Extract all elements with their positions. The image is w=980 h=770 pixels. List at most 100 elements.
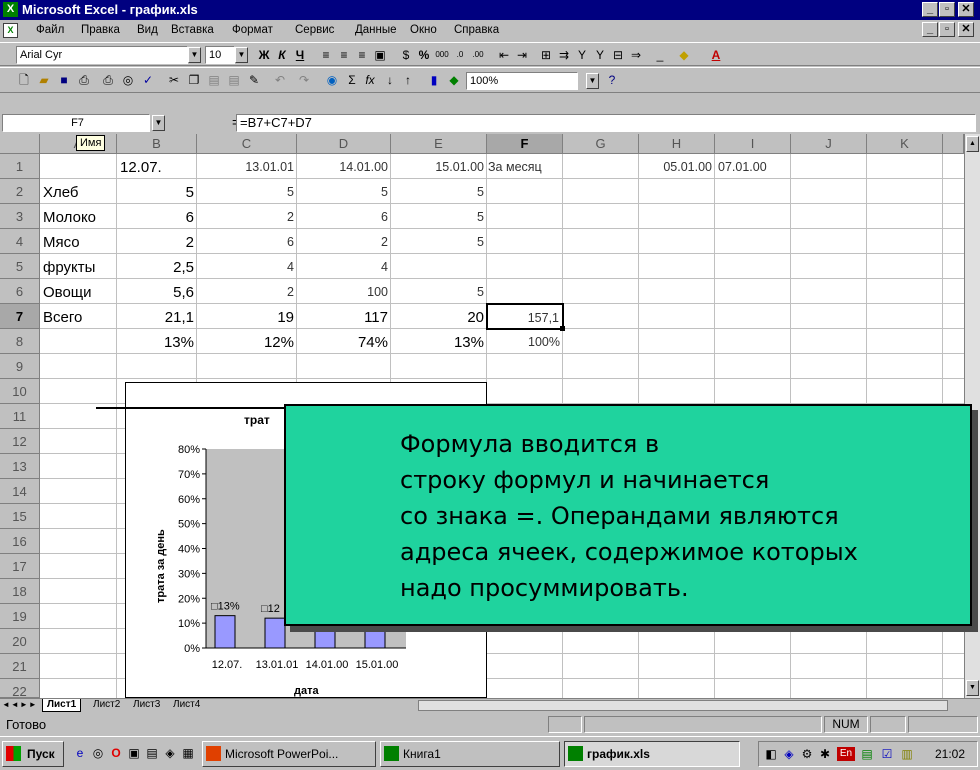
row-header[interactable]: 16 [0,529,40,554]
col-header-b[interactable]: B [117,134,197,154]
zoom-box[interactable]: 100% [466,72,578,90]
app-icon[interactable]: ◈ [162,745,178,761]
select-all-corner[interactable] [0,134,40,154]
minimize-button[interactable]: _ [922,2,938,17]
cell-b8[interactable]: 13% [117,329,197,354]
cell-d2[interactable]: 5 [297,179,391,204]
start-button[interactable]: Пуск [2,741,64,767]
borders-icon[interactable]: ⊞ [538,47,554,63]
excel-icon[interactable]: X [3,2,18,17]
row-header[interactable]: 4 [0,229,40,254]
row-header[interactable]: 18 [0,579,40,604]
border-tools-icon[interactable]: ⊟ [610,47,626,63]
settings-tray-icon[interactable]: ✱ [817,746,833,762]
row-header[interactable]: 20 [0,629,40,654]
thousands-icon[interactable]: 000 [434,47,450,63]
redo-icon[interactable]: ↷ [296,72,312,88]
paste-special-icon[interactable]: ▤ [226,72,242,88]
sheet-tab-active[interactable]: Лист1 [42,699,82,712]
cell-d1[interactable]: 14.01.00 [297,154,391,179]
drawing-icon[interactable]: ◆ [446,72,462,88]
cell-f7-active[interactable]: 157,1 [486,303,564,330]
cell-b5[interactable]: 2,5 [117,254,197,279]
col-header-e[interactable]: E [391,134,487,154]
row-header[interactable]: 9 [0,354,40,379]
channels-icon[interactable]: ▤ [144,745,160,761]
font-color-icon[interactable]: A [708,47,724,63]
cell-d8[interactable]: 74% [297,329,391,354]
doc-close-button[interactable]: ✕ [958,22,974,37]
name-dropdown-icon[interactable]: ▼ [152,115,165,131]
menu-view[interactable]: Вид [137,24,158,36]
cell-b6[interactable]: 5,6 [117,279,197,304]
italic-icon[interactable]: К [274,47,290,63]
cell-f8[interactable]: 100% [487,329,563,354]
cell-c6[interactable]: 2 [197,279,297,304]
font-name-box[interactable]: Arial Cyr [16,46,188,64]
scroll-up-icon[interactable]: ▲ [966,136,979,152]
spelling-icon[interactable]: ✓ [140,72,156,88]
cell-e3[interactable]: 5 [391,204,487,229]
undo-icon[interactable]: ↶ [272,72,288,88]
col-header-i[interactable]: I [715,134,791,154]
formula-input[interactable]: =B7+C7+D7 [236,114,976,132]
cell-e6[interactable]: 5 [391,279,487,304]
help-icon[interactable]: ? [604,72,620,88]
row-header[interactable]: 8 [0,329,40,354]
cell-a7[interactable]: Всего [40,304,117,329]
format-painter-icon[interactable]: ✎ [246,72,262,88]
borders-dropdown-icon[interactable]: _ [652,47,668,63]
paste-icon[interactable]: ▤ [206,72,222,88]
cell-d5[interactable]: 4 [297,254,391,279]
row-header[interactable]: 15 [0,504,40,529]
network-tray-icon[interactable]: ⚙ [799,746,815,762]
decrease-decimal-icon[interactable]: .00 [470,47,486,63]
col-header-d[interactable]: D [297,134,391,154]
cell-a3[interactable]: Молоко [40,204,117,229]
filter2-icon[interactable]: Y [592,47,608,63]
cell-b1[interactable]: 12.07. [117,154,197,179]
close-button[interactable]: ✕ [958,2,974,17]
doc-restore-button[interactable]: ▫ [939,22,955,37]
opera-icon[interactable]: O [108,745,124,761]
cell-e7[interactable]: 20 [391,304,487,329]
cut-icon[interactable]: ✂ [166,72,182,88]
cell-e8[interactable]: 13% [391,329,487,354]
cell-b2[interactable]: 5 [117,179,197,204]
decrease-indent-icon[interactable]: ⇤ [496,47,512,63]
row-header[interactable]: 13 [0,454,40,479]
task-grafik[interactable]: график.xls [564,741,740,767]
chart-wizard-icon[interactable]: ▮ [426,72,442,88]
cell-e1[interactable]: 15.01.00 [391,154,487,179]
cell-d3[interactable]: 6 [297,204,391,229]
menu-edit[interactable]: Правка [81,24,120,36]
row-header[interactable]: 22 [0,679,40,698]
web-icon[interactable]: ◉ [324,72,340,88]
arrow-tools-icon[interactable]: ⇒ [628,47,644,63]
cell-h1[interactable]: 05.01.00 [639,154,715,179]
filter-icon[interactable]: Y [574,47,590,63]
menu-window[interactable]: Окно [410,24,437,36]
cell-a2[interactable]: Хлеб [40,179,117,204]
cell-tools-icon[interactable]: ⇉ [556,47,572,63]
clock[interactable]: 21:02 [935,747,965,761]
language-indicator[interactable]: En [837,747,855,761]
row-header[interactable]: 7 [0,304,40,329]
tray-icon[interactable]: ◧ [763,746,779,762]
checkbox-tray-icon[interactable]: ☑ [879,746,895,762]
cell-f1[interactable]: За месяц [487,154,563,179]
document-icon[interactable]: X [3,23,18,38]
cell-e4[interactable]: 5 [391,229,487,254]
cell-b7[interactable]: 21,1 [117,304,197,329]
cell-c2[interactable]: 5 [197,179,297,204]
menu-tools[interactable]: Сервис [295,24,334,36]
row-header[interactable]: 21 [0,654,40,679]
col-header-g[interactable]: G [563,134,639,154]
cell-e2[interactable]: 5 [391,179,487,204]
col-header-j[interactable]: J [791,134,867,154]
cell-c4[interactable]: 6 [197,229,297,254]
cell-d7[interactable]: 117 [297,304,391,329]
save-icon[interactable]: ■ [56,72,72,88]
volume-icon[interactable]: ▥ [899,746,915,762]
shield-icon[interactable]: ◈ [781,746,797,762]
